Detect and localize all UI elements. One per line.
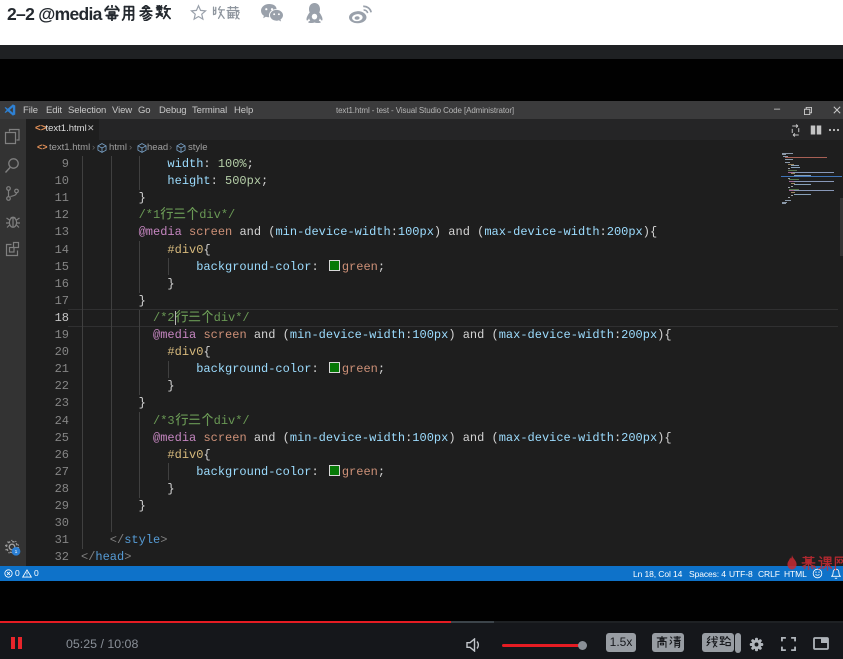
svg-text:1: 1: [15, 549, 18, 555]
